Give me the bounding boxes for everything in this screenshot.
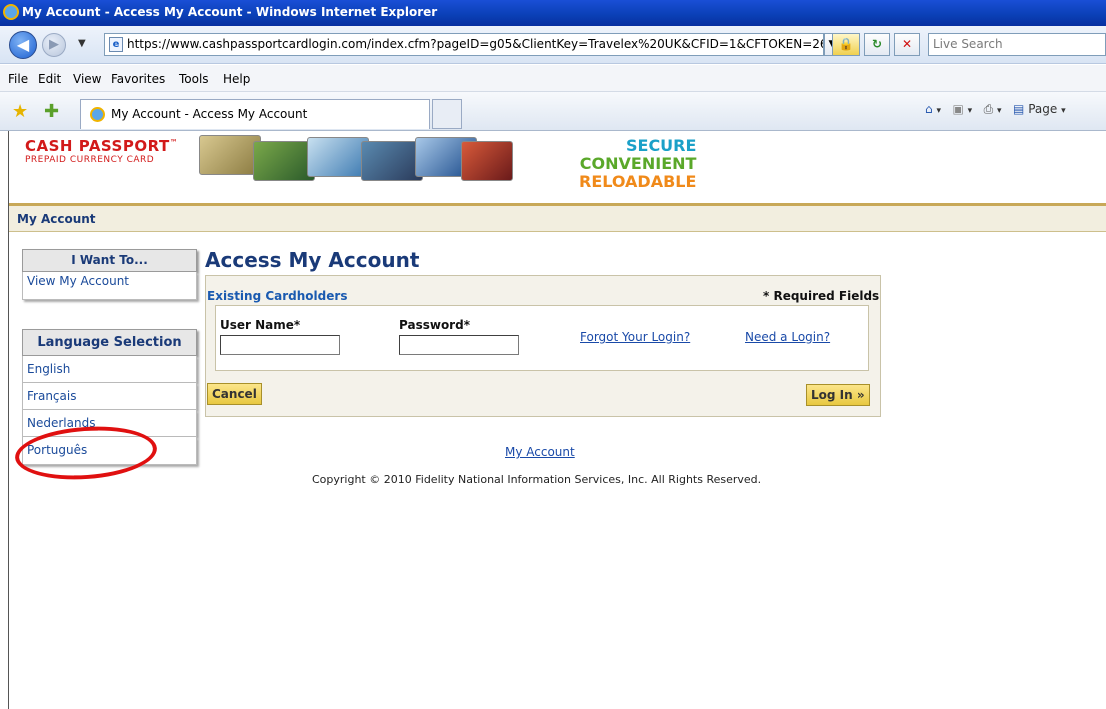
- brand-tm: ™: [169, 138, 179, 147]
- page-menu[interactable]: Page: [1028, 102, 1057, 116]
- sidebar-language-title: Language Selection: [22, 329, 197, 356]
- breadcrumb: My Account: [9, 206, 1106, 232]
- new-tab-button[interactable]: [432, 99, 462, 129]
- card-image: [361, 141, 423, 181]
- address-toolbar: ◀ ▶ ▼ e https://www.cashpassportcardlogi…: [0, 26, 1106, 64]
- tab-label: My Account - Access My Account: [111, 107, 308, 121]
- feeds-dropdown-icon[interactable]: ▾: [968, 106, 973, 116]
- stop-icon[interactable]: ✕: [894, 33, 920, 56]
- lock-icon[interactable]: 🔒: [832, 33, 860, 56]
- username-label: User Name*: [220, 318, 301, 332]
- tagline-secure: SECURE: [625, 136, 697, 155]
- menu-favorites[interactable]: Favorites: [111, 72, 165, 86]
- card-image: [461, 141, 513, 181]
- card-images: [199, 131, 579, 183]
- footer-my-account-link[interactable]: My Account: [505, 445, 575, 459]
- print-dropdown-icon[interactable]: ▾: [997, 106, 1002, 116]
- need-login-link[interactable]: Need a Login?: [745, 330, 830, 344]
- home-icon[interactable]: ⌂: [925, 102, 933, 116]
- page-title: Access My Account: [205, 248, 420, 272]
- language-francais[interactable]: Français: [22, 383, 197, 410]
- page-content: CASH PASSPORT™ PREPAID CURRENCY CARD SEC…: [8, 131, 1106, 709]
- favorites-star-icon[interactable]: ★: [12, 101, 28, 122]
- print-icon[interactable]: ⎙: [984, 102, 994, 116]
- tagline-convenient: CONVENIENT: [579, 154, 697, 173]
- ie-logo-icon: [3, 4, 19, 20]
- sidebar-item-view-account[interactable]: View My Account: [22, 272, 197, 300]
- tab-ie-icon: [90, 107, 105, 122]
- cancel-button[interactable]: Cancel: [207, 383, 262, 405]
- card-image: [253, 141, 315, 181]
- tab-bar: ★ ✚ My Account - Access My Account ⌂ ▾ ▣…: [0, 92, 1106, 131]
- card-image: [307, 137, 369, 177]
- password-label: Password*: [399, 318, 470, 332]
- menu-view[interactable]: View: [73, 72, 101, 86]
- tagline-reloadable: RELOADABLE: [579, 172, 697, 191]
- forgot-login-link[interactable]: Forgot Your Login?: [580, 330, 690, 344]
- section-title: Existing Cardholders: [207, 289, 348, 303]
- back-button[interactable]: ◀: [9, 31, 37, 59]
- address-url: https://www.cashpassportcardlogin.com/in…: [127, 37, 824, 51]
- tab-active[interactable]: My Account - Access My Account: [80, 99, 430, 129]
- feeds-icon[interactable]: ▣: [952, 102, 963, 116]
- address-input[interactable]: e https://www.cashpassportcardlogin.com/…: [104, 33, 824, 56]
- command-bar: ⌂ ▾ ▣ ▾ ⎙ ▾ ▤ Page ▾: [925, 102, 1066, 117]
- menu-file[interactable]: File: [8, 72, 28, 86]
- menu-tools[interactable]: Tools: [179, 72, 209, 86]
- card-image: [199, 135, 261, 175]
- brand-subtitle: PREPAID CURRENCY CARD: [25, 155, 155, 165]
- search-input[interactable]: Live Search: [928, 33, 1106, 56]
- tagline: SECURE CONVENIENT RELOADABLE: [579, 137, 696, 191]
- refresh-icon[interactable]: ↻: [864, 33, 890, 56]
- required-note: * Required Fields: [763, 289, 880, 303]
- window-title-bar: My Account - Access My Account - Windows…: [0, 0, 1106, 26]
- page-icon: e: [109, 37, 123, 52]
- brand-logo: CASH PASSPORT™: [25, 137, 178, 155]
- menu-help[interactable]: Help: [223, 72, 250, 86]
- add-favorite-icon[interactable]: ✚: [44, 101, 59, 122]
- page-menu-dropdown-icon[interactable]: ▾: [1061, 106, 1066, 116]
- window-title: My Account - Access My Account - Windows…: [22, 5, 438, 19]
- home-dropdown-icon[interactable]: ▾: [936, 106, 941, 116]
- menu-bar: File Edit View Favorites Tools Help: [0, 65, 1106, 92]
- menu-edit[interactable]: Edit: [38, 72, 61, 86]
- username-input[interactable]: [220, 335, 340, 355]
- forward-button[interactable]: ▶: [42, 33, 66, 57]
- copyright: Copyright © 2010 Fidelity National Infor…: [312, 473, 762, 486]
- brand-name: CASH PASSPORT: [25, 137, 170, 155]
- recent-pages-dropdown-icon[interactable]: ▼: [78, 38, 86, 49]
- page-menu-icon[interactable]: ▤: [1013, 102, 1024, 116]
- sidebar-want-title: I Want To...: [22, 249, 197, 272]
- login-button[interactable]: Log In »: [806, 384, 870, 406]
- language-english[interactable]: English: [22, 356, 197, 383]
- password-input[interactable]: [399, 335, 519, 355]
